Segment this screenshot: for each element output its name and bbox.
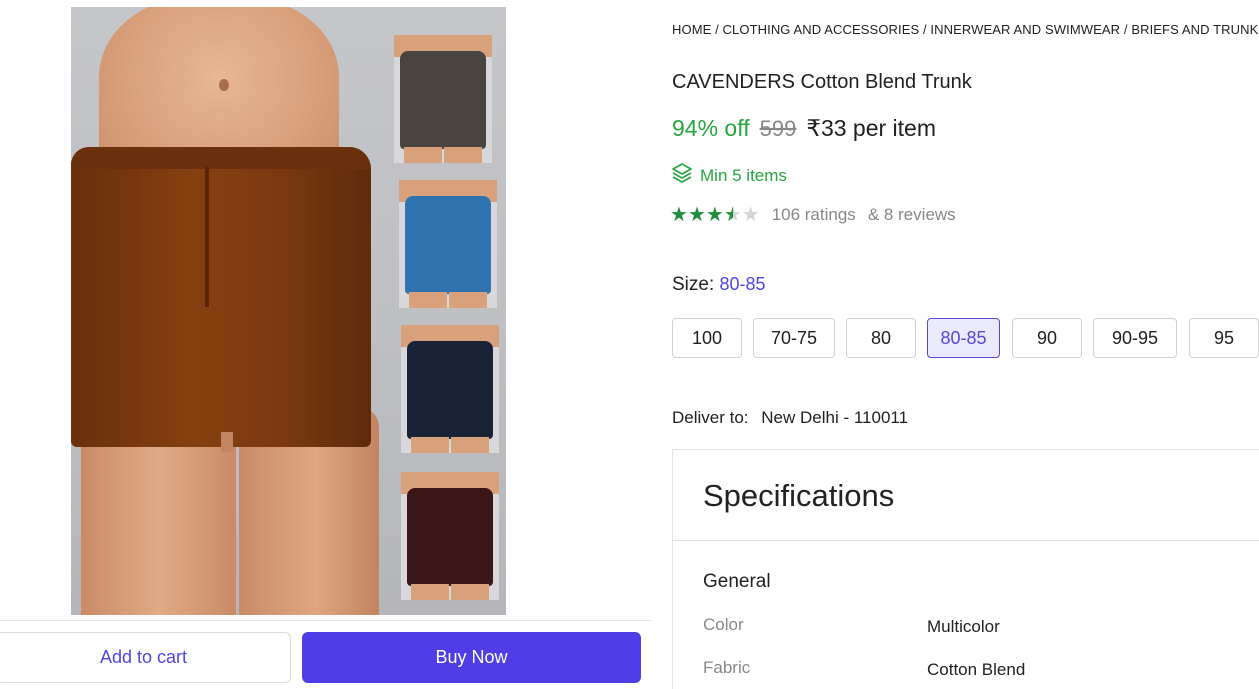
star-half-icon: ★ xyxy=(723,204,742,226)
specifications-title: Specifications xyxy=(703,478,895,513)
trunk-leg-gap xyxy=(221,432,233,452)
size-option-selected[interactable]: 80-85 xyxy=(927,318,1000,358)
breadcrumb-link[interactable]: INNERWEAR AND SWIMWEAR xyxy=(930,22,1120,37)
spec-key: Color xyxy=(703,615,744,634)
product-image-gallery[interactable] xyxy=(71,7,506,615)
thumb-leg xyxy=(411,584,449,600)
thumb-leg xyxy=(451,584,489,600)
breadcrumb-separator: / xyxy=(1120,22,1132,37)
size-option[interactable]: 70-75 xyxy=(753,318,835,358)
thumb-short xyxy=(407,488,493,586)
size-option[interactable]: 100 xyxy=(672,318,742,358)
selling-price: ₹33 per item xyxy=(806,115,937,141)
action-bar: Add to cart Buy Now xyxy=(0,620,652,689)
thumbnail-blue-trunk[interactable] xyxy=(399,180,497,308)
layers-icon xyxy=(672,163,692,188)
star-rating: ★ ★ ★ ★ ★ xyxy=(670,205,760,225)
buy-now-button[interactable]: Buy Now xyxy=(302,632,641,683)
spec-value: Cotton Blend xyxy=(927,660,1026,679)
thumb-short xyxy=(400,51,486,149)
thumb-short xyxy=(407,341,493,439)
discount-percent: 94% off xyxy=(672,115,750,141)
size-label-text: Size: xyxy=(672,274,715,295)
rating-row[interactable]: ★ ★ ★ ★ ★ 106 ratings & 8 reviews xyxy=(670,205,956,225)
breadcrumb-separator: / xyxy=(919,22,931,37)
size-label: Size: 80-85 xyxy=(672,274,766,296)
deliver-label: Deliver to: xyxy=(672,408,749,427)
thumbnail-grey-trunk[interactable] xyxy=(394,35,492,163)
breadcrumb-link[interactable]: CLOTHING AND ACCESSORIES xyxy=(723,22,920,37)
add-to-cart-button[interactable]: Add to cart xyxy=(0,632,291,683)
spec-value: Multicolor xyxy=(927,617,1000,636)
size-option[interactable]: 80 xyxy=(846,318,916,358)
thumb-leg xyxy=(449,292,487,308)
ratings-count: 106 ratings xyxy=(771,205,856,224)
trunk-waistband xyxy=(71,147,371,169)
spec-key: Fabric xyxy=(703,658,751,677)
product-title: CAVENDERS Cotton Blend Trunk xyxy=(672,71,972,93)
thumb-leg xyxy=(404,147,442,163)
size-option[interactable]: 90-95 xyxy=(1093,318,1177,358)
star-icon: ★ xyxy=(705,204,724,226)
thumbnail-maroon-trunk[interactable] xyxy=(401,472,499,600)
price-row: 94% off 599 ₹33 per item xyxy=(672,115,936,142)
breadcrumb-link[interactable]: HOME xyxy=(672,22,711,37)
divider xyxy=(673,540,1259,541)
breadcrumb-separator: / xyxy=(711,22,723,37)
trunk-seam xyxy=(205,167,209,307)
selected-size: 80-85 xyxy=(719,274,766,294)
thumb-leg xyxy=(444,147,482,163)
size-option[interactable]: 90 xyxy=(1012,318,1082,358)
star-empty-icon: ★ xyxy=(741,204,760,226)
main-trunk-image xyxy=(71,147,371,447)
breadcrumb-link[interactable]: BRIEFS AND TRUNKS xyxy=(1131,22,1259,37)
specifications-card: Specifications General Color Multicolor … xyxy=(672,449,1259,689)
thumb-short xyxy=(405,196,491,294)
original-price: 599 xyxy=(759,116,797,141)
min-items-label: Min 5 items xyxy=(700,165,787,185)
breadcrumb: HOME / CLOTHING AND ACCESSORIES / INNERW… xyxy=(672,22,1259,37)
spec-group-title: General xyxy=(703,571,771,592)
size-option[interactable]: 95 xyxy=(1189,318,1259,358)
thumbnail-navy-trunk[interactable] xyxy=(401,325,499,453)
star-icon: ★ xyxy=(670,204,688,226)
model-navel xyxy=(219,79,229,91)
thumb-leg xyxy=(409,292,447,308)
reviews-count: & 8 reviews xyxy=(867,205,956,224)
delivery-pincode: New Delhi - 110011 xyxy=(761,408,909,427)
thumb-leg xyxy=(451,437,489,453)
delivery-location[interactable]: Deliver to: New Delhi - 110011 xyxy=(672,408,908,428)
min-items-note: Min 5 items xyxy=(672,163,787,188)
star-icon: ★ xyxy=(687,204,706,226)
thumb-leg xyxy=(411,437,449,453)
